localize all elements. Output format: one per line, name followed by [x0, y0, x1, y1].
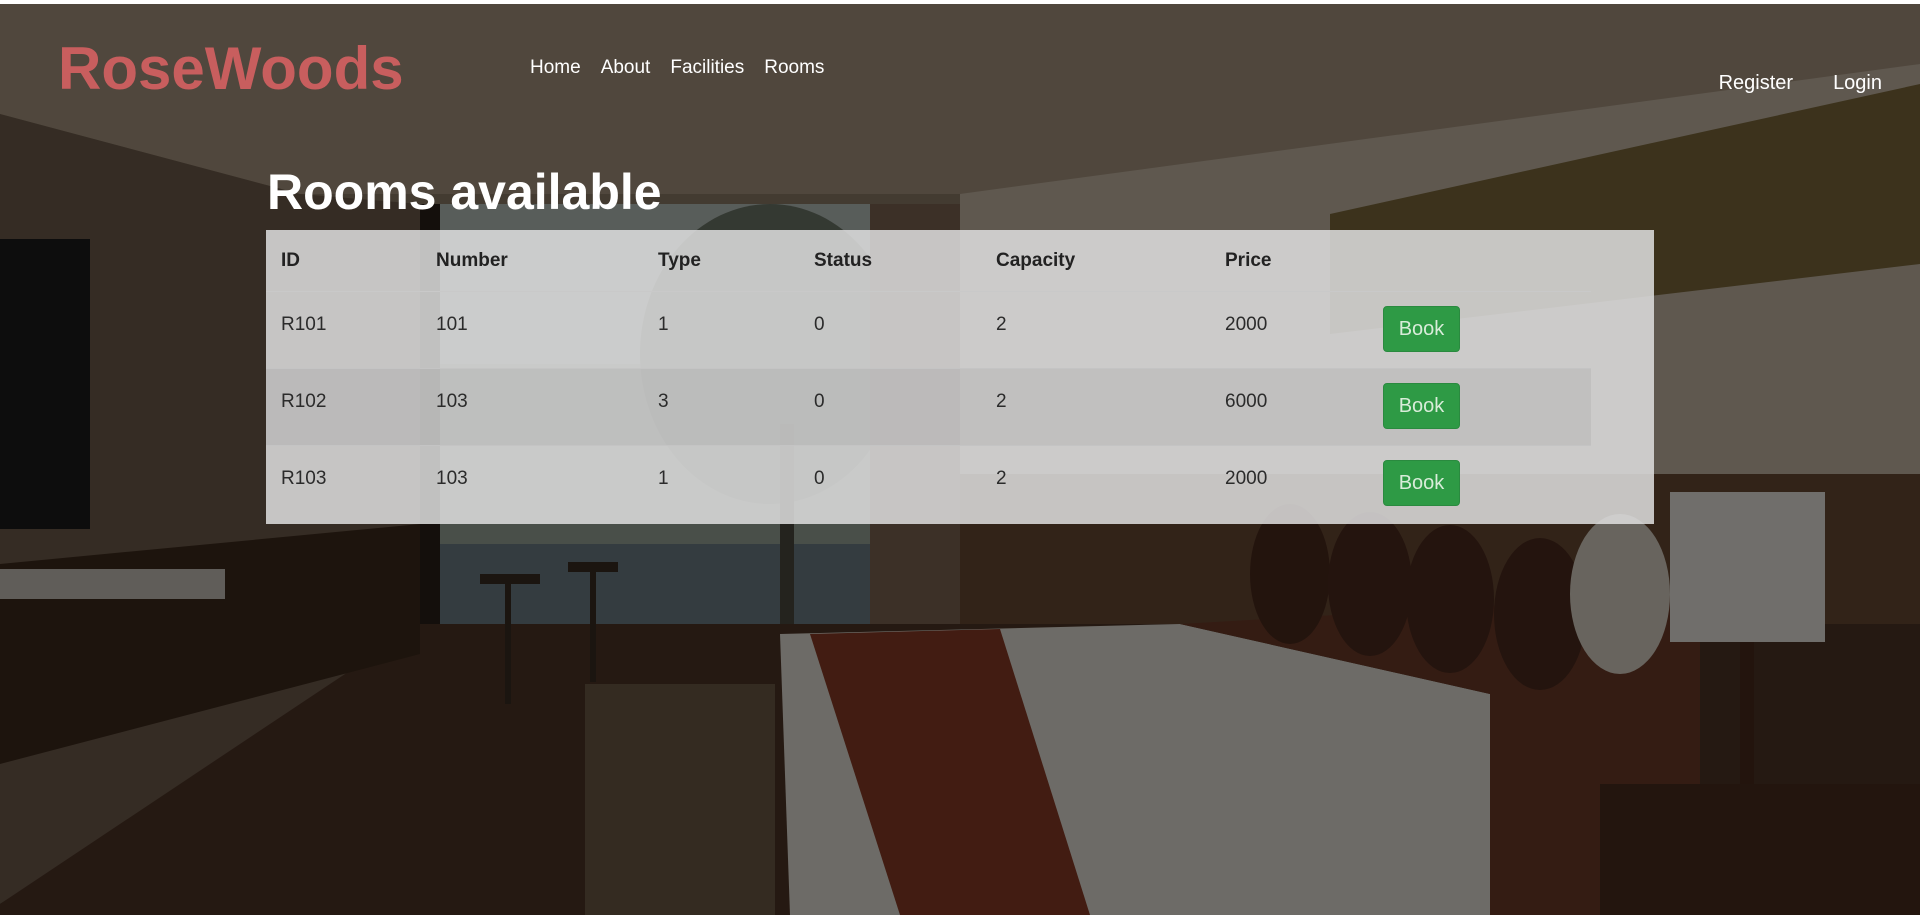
cell-status: 0: [799, 291, 981, 369]
book-button[interactable]: Book: [1383, 383, 1460, 429]
book-button[interactable]: Book: [1383, 460, 1460, 506]
nav-facilities[interactable]: Facilities: [670, 54, 744, 82]
cell-status: 0: [814, 468, 825, 489]
cell-price: 6000: [1210, 368, 1368, 446]
cell-type: 3: [643, 368, 799, 446]
cell-capacity: 2: [981, 368, 1210, 446]
column-header-action: [1368, 230, 1591, 292]
cell-capacity: 2: [996, 468, 1007, 489]
cell-number: 101: [421, 291, 643, 369]
cell-action: Book: [1368, 368, 1591, 446]
cell-id: R103: [281, 468, 327, 489]
table-row: R101 101 1 0 2 2000 Book: [266, 291, 1591, 369]
cell-number: 103: [421, 368, 643, 446]
column-header-capacity: Capacity: [981, 230, 1210, 292]
cell-id: R101: [266, 291, 421, 369]
column-header-type: Type: [643, 230, 799, 292]
register-link[interactable]: Register: [1719, 69, 1793, 97]
cell-id: R102: [266, 368, 421, 446]
column-header-id: ID: [266, 230, 421, 292]
column-header-number: Number: [421, 230, 643, 292]
nav-about[interactable]: About: [601, 54, 651, 82]
login-link[interactable]: Login: [1833, 69, 1882, 97]
column-header-price: Price: [1210, 230, 1368, 292]
cell-number: 103: [436, 468, 468, 489]
cell-action: Book: [1368, 291, 1591, 369]
cell-status: 0: [799, 368, 981, 446]
table-header-row: ID Number Type Status Capacity Price: [266, 230, 1591, 292]
book-button[interactable]: Book: [1383, 306, 1460, 352]
brand-logo[interactable]: RoseWoods: [58, 34, 404, 104]
cell-type: 1: [658, 468, 669, 489]
page: RoseWoods Home About Facilities Rooms Re…: [0, 0, 1920, 915]
cell-capacity: 2: [981, 291, 1210, 369]
main-nav: Home About Facilities Rooms: [530, 54, 824, 82]
rooms-table-panel: ID Number Type Status Capacity Price R10…: [266, 230, 1654, 524]
page-title: Rooms available: [267, 164, 662, 220]
table-row: R102 103 3 0 2 6000 Book: [266, 368, 1591, 446]
table-row: R103 103 1 0 2 2000 Book: [266, 446, 1591, 523]
cell-type: 1: [643, 291, 799, 369]
cell-action: Book: [1368, 446, 1591, 523]
auth-links: Register Login: [1719, 69, 1882, 97]
nav-rooms[interactable]: Rooms: [764, 54, 824, 82]
rooms-table: ID Number Type Status Capacity Price R10…: [266, 230, 1591, 523]
cell-price: 2000: [1225, 468, 1268, 489]
nav-home[interactable]: Home: [530, 54, 581, 82]
cell-price: 2000: [1210, 291, 1368, 369]
column-header-status: Status: [799, 230, 981, 292]
